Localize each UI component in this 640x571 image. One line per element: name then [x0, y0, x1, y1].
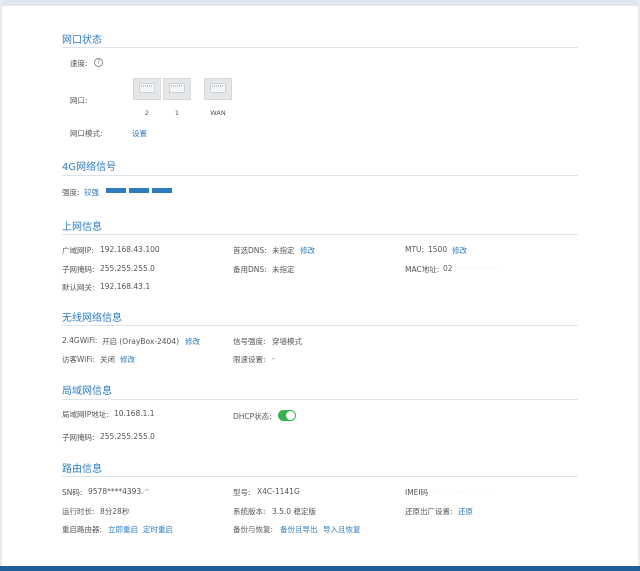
section-title-lan: 局域网信息 [62, 386, 112, 397]
speed-label: 速度: [70, 59, 88, 68]
mtu-label: MTU: [405, 245, 425, 254]
section-divider [62, 175, 578, 176]
window-left-edge [0, 0, 2, 571]
lan-ip-label: 局域网IP地址: [62, 410, 109, 419]
dns1-label: 首选DNS: [233, 246, 267, 255]
sn-value: 9578****4393 [88, 487, 142, 496]
import-restore-link[interactable]: 导入且恢复 [323, 524, 361, 535]
section-divider [62, 476, 578, 477]
model-label: 型号: [233, 488, 251, 497]
speed-limit-label: 限速设置: [233, 355, 266, 364]
signal-strength-label: 信号强度: [233, 337, 266, 346]
speed-limit-value: - [272, 354, 275, 363]
mac-label: MAC地址: [405, 265, 440, 274]
sn-label: SN码: [62, 488, 83, 497]
wifi-label: 2.4GWiFi: [62, 336, 98, 345]
guest-wifi-label: 访客WiFi: [62, 355, 95, 364]
lan-port-2-icon [133, 78, 161, 100]
scheduled-reboot-link[interactable]: 定时重启 [143, 524, 173, 535]
dhcp-toggle[interactable] [278, 410, 296, 421]
section-title-router: 路由信息 [62, 464, 102, 475]
toggle-knob [286, 411, 295, 420]
port-name-1: 1 [174, 109, 180, 117]
gateway-label: 默认网关: [62, 283, 95, 292]
dns2-label: 备用DNS: [233, 265, 267, 274]
subnet-mask-label: 子网掩码: [62, 265, 95, 274]
gateway-value: 192.168.43.1 [100, 282, 151, 291]
lan-mask-label: 子网掩码: [62, 433, 95, 442]
port-mode-label: 网口模式: [70, 129, 103, 138]
section-title-wireless: 无线网络信息 [62, 313, 122, 324]
port-mode-settings-link[interactable]: 设置 [132, 128, 147, 139]
window-top-edge [0, 0, 640, 6]
mac-value: 02 [443, 264, 453, 273]
backup-label: 备份与恢复: [233, 525, 274, 534]
reboot-label: 重启路由器: [62, 525, 103, 534]
section-title-internet: 上网信息 [62, 222, 102, 233]
mac-redacted: · · · · · · · · · [456, 264, 497, 273]
uptime-value: 8分28秒 [100, 507, 130, 516]
imei-redacted: · · · · · · · · · · · · [432, 487, 487, 496]
section-title-4g-signal: 4G网络信号 [62, 162, 117, 173]
section-title-port-status: 网口状态 [62, 35, 102, 46]
strength-label: 强度: [62, 188, 80, 197]
bottom-bar [0, 566, 640, 571]
section-divider [62, 234, 578, 235]
imei-label: IMEI码 [405, 488, 429, 497]
signal-strength-value: 穿墙模式 [272, 337, 302, 346]
port-name-wan: WAN [210, 109, 226, 117]
eye-icon[interactable]: ◡◠ [139, 488, 149, 495]
wan-ip-value: 192.168.43.100 [100, 245, 160, 254]
signal-bar-1 [106, 188, 126, 193]
guest-wifi-edit-link[interactable]: 修改 [120, 354, 135, 365]
lan-port-1-icon [163, 78, 191, 100]
model-value: X4C-1141G [257, 487, 300, 496]
backup-export-link[interactable]: 备份且导出 [280, 524, 318, 535]
lan-mask-value: 255.255.255.0 [100, 432, 155, 441]
section-divider [62, 399, 578, 400]
uptime-label: 运行时长: [62, 507, 95, 516]
factory-reset-label: 还原出厂设置: [405, 507, 453, 516]
signal-bar-2 [129, 188, 149, 193]
section-divider [62, 325, 578, 326]
wan-port-icon [204, 78, 232, 100]
section-divider [62, 47, 578, 48]
dns2-value: 未指定 [272, 265, 295, 274]
lan-ip-value: 10.168.1.1 [114, 409, 155, 418]
version-label: 系统版本: [233, 507, 266, 516]
wifi-value: 开启 (OrayBox-2404) [102, 337, 179, 346]
signal-bar-3 [152, 188, 172, 193]
mtu-edit-link[interactable]: 修改 [452, 245, 467, 256]
wan-ip-label: 广域网IP: [62, 246, 94, 255]
help-icon[interactable]: ? [94, 58, 103, 67]
dns1-edit-link[interactable]: 修改 [300, 245, 315, 256]
port-name-2: 2 [144, 109, 150, 117]
dns1-value: 未指定 [272, 246, 295, 255]
wifi-edit-link[interactable]: 修改 [185, 336, 200, 347]
mtu-value: 1500 [428, 245, 448, 254]
reboot-now-link[interactable]: 立即重启 [108, 524, 138, 535]
strength-value: 较强 [84, 188, 99, 197]
dhcp-label: DHCP状态: [233, 412, 272, 421]
version-value: 3.5.0 稳定版 [272, 507, 316, 516]
guest-wifi-value: 关闭 [100, 355, 115, 364]
factory-reset-link[interactable]: 还原 [458, 506, 473, 517]
subnet-mask-value: 255.255.255.0 [100, 264, 155, 273]
port-label: 网口: [70, 96, 88, 105]
